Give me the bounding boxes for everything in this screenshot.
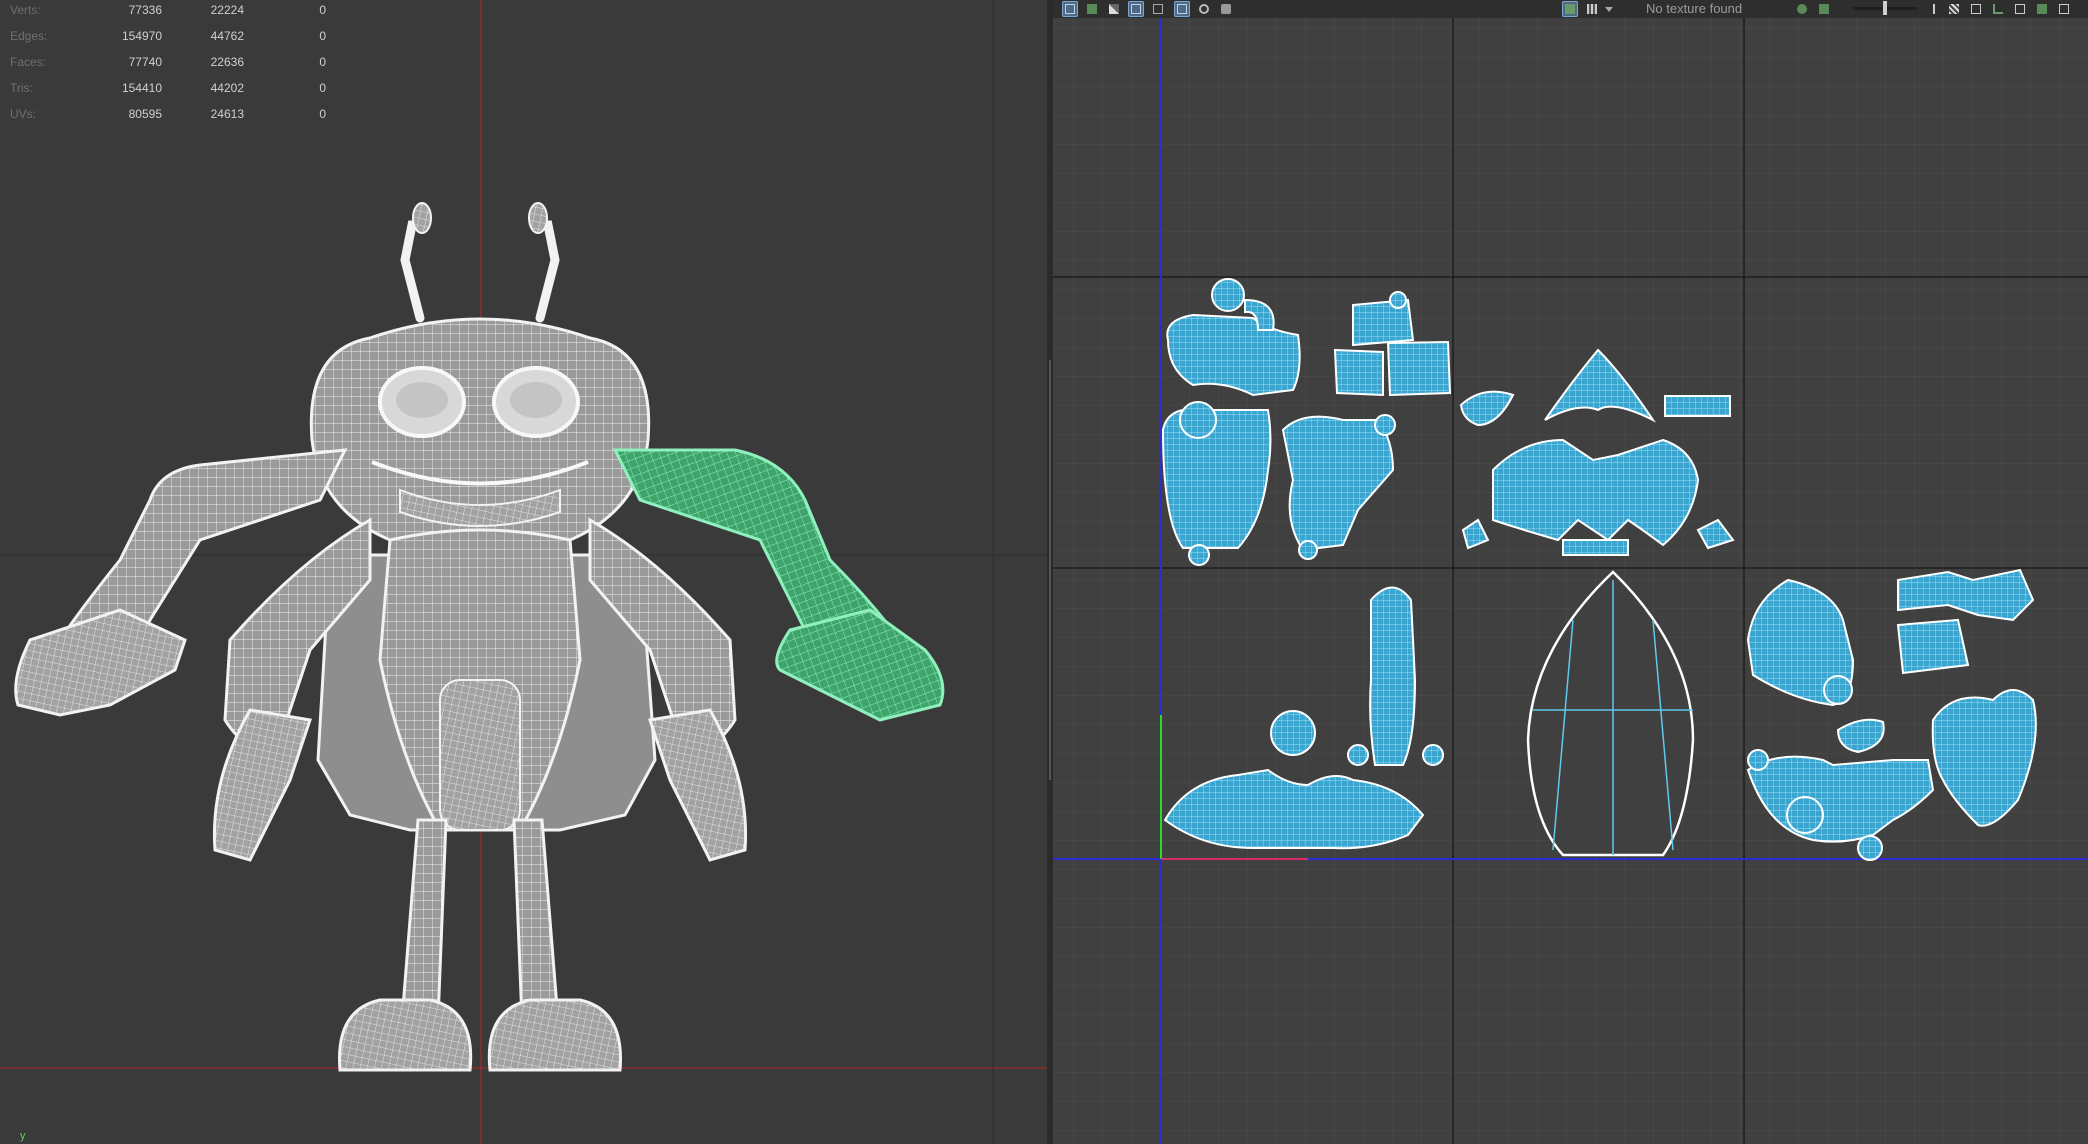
leg-right-mesh xyxy=(512,818,560,1022)
view-axis-indicator: y xyxy=(20,1130,26,1142)
hud-value: 0 xyxy=(319,81,326,95)
uv-shell xyxy=(1211,278,1245,312)
hud-value: 22636 xyxy=(210,55,244,69)
uv-shell xyxy=(1389,291,1407,309)
foot-left-mesh xyxy=(338,998,473,1072)
uv-shell xyxy=(1747,749,1769,771)
refresh-icon[interactable] xyxy=(1968,1,1984,17)
isolate-icon[interactable] xyxy=(1174,1,1190,17)
uv-shell xyxy=(1374,414,1396,436)
uv-canvas[interactable] xyxy=(1053,0,2088,1144)
hand-left-mesh xyxy=(14,608,187,717)
hud-value: 77336 xyxy=(128,3,162,17)
uv-shell xyxy=(1188,544,1210,566)
checker-icon[interactable] xyxy=(1106,1,1122,17)
hud-value: 0 xyxy=(319,3,326,17)
viewport-canvas[interactable] xyxy=(0,0,1047,1144)
uv-shell xyxy=(1562,539,1629,556)
uv-shell xyxy=(1369,586,1417,766)
hud-value: 44202 xyxy=(210,81,244,95)
uv-shell xyxy=(1664,395,1731,417)
hud-value: 0 xyxy=(319,107,326,121)
uv-editor-toolbar: No texture found xyxy=(1053,0,2088,18)
uv-grid-icon[interactable] xyxy=(1062,1,1078,17)
slider-knob[interactable] xyxy=(1883,1,1887,15)
hand-right-selected-mesh xyxy=(775,608,945,722)
hud-label: Faces: xyxy=(10,55,47,69)
uv-editor[interactable]: No texture found xyxy=(1053,0,2088,1144)
display-image-icon[interactable] xyxy=(1562,1,1578,17)
model-viewport[interactable]: Verts: 77336 22224 0 Edges: 154970 44762… xyxy=(0,0,1047,1144)
hud-label: Edges: xyxy=(10,29,48,43)
uv-grid xyxy=(1053,0,2088,1144)
pin-icon[interactable] xyxy=(2034,1,2050,17)
hud-value: 24613 xyxy=(210,107,244,121)
hud-label: UVs: xyxy=(10,107,37,121)
antenna-right-mesh xyxy=(531,220,560,323)
dropdown-icon[interactable] xyxy=(1604,1,1614,17)
uv-shell xyxy=(1270,710,1316,756)
hud-value: 154970 xyxy=(121,29,162,43)
toggle-filter-icon[interactable] xyxy=(1946,1,1962,17)
uv-shell xyxy=(1333,348,1384,397)
display-options-icon[interactable] xyxy=(1816,1,1832,17)
uv-shell xyxy=(1179,401,1217,439)
settings-icon[interactable] xyxy=(2012,1,2028,17)
antenna-left-mesh xyxy=(400,220,429,323)
camera-icon[interactable] xyxy=(1218,1,1234,17)
lock-icon[interactable] xyxy=(1926,1,1942,17)
hud-value: 44762 xyxy=(210,29,244,43)
hud-value: 77740 xyxy=(128,55,162,69)
hud-label: Verts: xyxy=(10,3,41,17)
exposure-slider[interactable] xyxy=(1853,1,1917,15)
close-icon[interactable] xyxy=(2056,1,2072,17)
uv-shell xyxy=(1786,796,1824,834)
exposure-icon[interactable] xyxy=(1794,1,1810,17)
splitter-grip[interactable] xyxy=(1049,360,1051,780)
texture-status: No texture found xyxy=(1646,1,1743,16)
uv-shell xyxy=(1857,835,1883,861)
uv-shell xyxy=(1386,340,1452,397)
hud-label: Tris: xyxy=(10,81,33,95)
uv-shell xyxy=(1896,618,1970,675)
hud-value: 22224 xyxy=(210,3,244,17)
uv-shell xyxy=(1298,540,1318,560)
image-icon[interactable] xyxy=(1128,1,1144,17)
uv-shell xyxy=(1823,675,1853,705)
hud-value: 0 xyxy=(319,29,326,43)
uv-shell-icon[interactable] xyxy=(1084,1,1100,17)
uv-shell xyxy=(1347,744,1369,766)
uv-shell xyxy=(1352,298,1415,347)
frame-icon[interactable] xyxy=(1990,1,2006,17)
checker-toggle-icon[interactable] xyxy=(1584,1,1600,17)
bug-character-mesh[interactable] xyxy=(14,202,945,1072)
wireframe-icon[interactable] xyxy=(1150,1,1166,17)
foot-right-mesh xyxy=(487,998,622,1072)
hud-value: 80595 xyxy=(128,107,162,121)
uv-shell xyxy=(1422,744,1444,766)
hud-value: 0 xyxy=(319,55,326,69)
snapshot-icon[interactable] xyxy=(1196,1,1212,17)
hud-value: 154410 xyxy=(121,81,162,95)
leg-left-mesh xyxy=(400,818,448,1022)
